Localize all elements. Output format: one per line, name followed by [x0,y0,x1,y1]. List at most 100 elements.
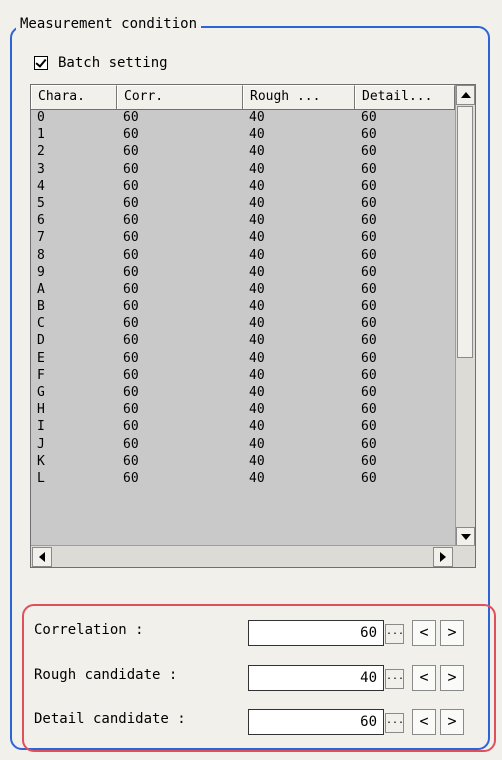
table-row[interactable]: 1 60 40 60 [31,126,455,143]
table-row[interactable]: 5 60 40 60 [31,195,455,212]
table-row[interactable]: 0 60 40 60 [31,109,455,126]
scroll-thumb[interactable] [457,106,473,358]
table-row[interactable]: 6 60 40 60 [31,212,455,229]
correlation-row: Correlation : 60 ... < > [34,618,498,648]
table-row[interactable]: 8 60 40 60 [31,247,455,264]
rough-candidate-decrease-button[interactable]: < [412,665,436,691]
cell-chara: 6 [37,213,45,229]
arrow-up-icon [460,92,471,98]
cell-corr: 60 [123,367,139,383]
table-row[interactable]: A 60 40 60 [31,281,455,298]
detail-candidate-increase-button[interactable]: > [440,709,464,735]
table-row[interactable]: G 60 40 60 [31,384,455,401]
character-table: Chara. Corr. Rough ... Detail... 0 60 40 60… [30,84,476,568]
scroll-down-button[interactable] [456,527,475,547]
measurement-panel: Measurement condition Batch setting Char… [0,0,502,760]
correlation-ellipsis-button[interactable]: ... [385,624,404,644]
table-row[interactable]: 2 60 40 60 [31,143,455,160]
batch-setting-checkbox[interactable] [34,56,48,70]
scroll-right-button[interactable] [433,547,453,567]
column-header-detail[interactable]: Detail... [355,85,455,109]
cell-chara: J [37,436,45,452]
scroll-left-button[interactable] [32,547,52,567]
table-row[interactable]: D 60 40 60 [31,332,455,349]
rough-candidate-input[interactable]: 40 [248,665,384,691]
cell-detail: 60 [361,213,377,229]
table-row[interactable]: C 60 40 60 [31,315,455,332]
rough-candidate-increase-button[interactable]: > [440,665,464,691]
cell-chara: L [37,470,45,486]
batch-setting-label: Batch setting [58,55,168,71]
detail-candidate-decrease-button[interactable]: < [412,709,436,735]
horizontal-scrollbar[interactable] [31,545,475,567]
cell-detail: 60 [361,110,377,125]
table-row[interactable]: 9 60 40 60 [31,264,455,281]
cell-rough: 40 [249,110,265,125]
cell-detail: 60 [361,178,377,194]
cell-chara: A [37,281,45,297]
cell-chara: F [37,367,45,383]
column-header-corr[interactable]: Corr. [117,85,243,109]
table-row[interactable]: J 60 40 60 [31,436,455,453]
arrow-down-icon [460,534,471,540]
cell-detail: 60 [361,367,377,383]
cell-rough: 40 [249,453,265,469]
cell-rough: 40 [249,127,265,143]
cell-chara: I [37,419,45,435]
cell-rough: 40 [249,281,265,297]
table-row[interactable]: F 60 40 60 [31,367,455,384]
vertical-scrollbar[interactable] [455,85,475,547]
cell-detail: 60 [361,161,377,177]
table-row[interactable]: K 60 40 60 [31,453,455,470]
column-header-chara[interactable]: Chara. [31,85,117,109]
cell-detail: 60 [361,230,377,246]
cell-chara: H [37,402,45,418]
table-row[interactable]: I 60 40 60 [31,418,455,435]
cell-rough: 40 [249,299,265,315]
cell-corr: 60 [123,350,139,366]
table-row[interactable]: 7 60 40 60 [31,229,455,246]
cell-detail: 60 [361,350,377,366]
cell-detail: 60 [361,247,377,263]
table-row[interactable]: 3 60 40 60 [31,161,455,178]
cell-rough: 40 [249,264,265,280]
table-row[interactable]: 4 60 40 60 [31,178,455,195]
scroll-up-button[interactable] [456,85,475,105]
cell-detail: 60 [361,402,377,418]
batch-setting-option[interactable]: Batch setting [34,55,168,71]
cell-corr: 60 [123,436,139,452]
cell-chara: 0 [37,110,45,125]
cell-chara: 3 [37,161,45,177]
table-row[interactable]: E 60 40 60 [31,350,455,367]
rough-candidate-ellipsis-button[interactable]: ... [385,669,404,689]
cell-rough: 40 [249,230,265,246]
cell-detail: 60 [361,453,377,469]
detail-candidate-ellipsis-button[interactable]: ... [385,713,404,733]
cell-corr: 60 [123,127,139,143]
table-row[interactable]: L 60 40 60 [31,470,455,487]
cell-corr: 60 [123,230,139,246]
cell-rough: 40 [249,178,265,194]
correlation-increase-button[interactable]: > [440,620,464,646]
cell-rough: 40 [249,316,265,332]
table-row[interactable]: H 60 40 60 [31,401,455,418]
cell-chara: K [37,453,45,469]
cell-chara: 2 [37,144,45,160]
cell-corr: 60 [123,178,139,194]
column-header-rough[interactable]: Rough ... [243,85,355,109]
arrow-left-icon [39,552,45,562]
detail-candidate-label: Detail candidate : [34,711,186,727]
correlation-decrease-button[interactable]: < [412,620,436,646]
table-row[interactable]: B 60 40 60 [31,298,455,315]
correlation-input[interactable]: 60 [248,620,384,646]
detail-candidate-input[interactable]: 60 [248,709,384,735]
cell-rough: 40 [249,333,265,349]
cell-corr: 60 [123,385,139,400]
cell-corr: 60 [123,213,139,229]
cell-corr: 60 [123,419,139,435]
cell-chara: 1 [37,127,45,143]
cell-rough: 40 [249,144,265,160]
cell-chara: B [37,299,45,315]
cell-chara: 5 [37,195,45,211]
cell-corr: 60 [123,110,139,125]
